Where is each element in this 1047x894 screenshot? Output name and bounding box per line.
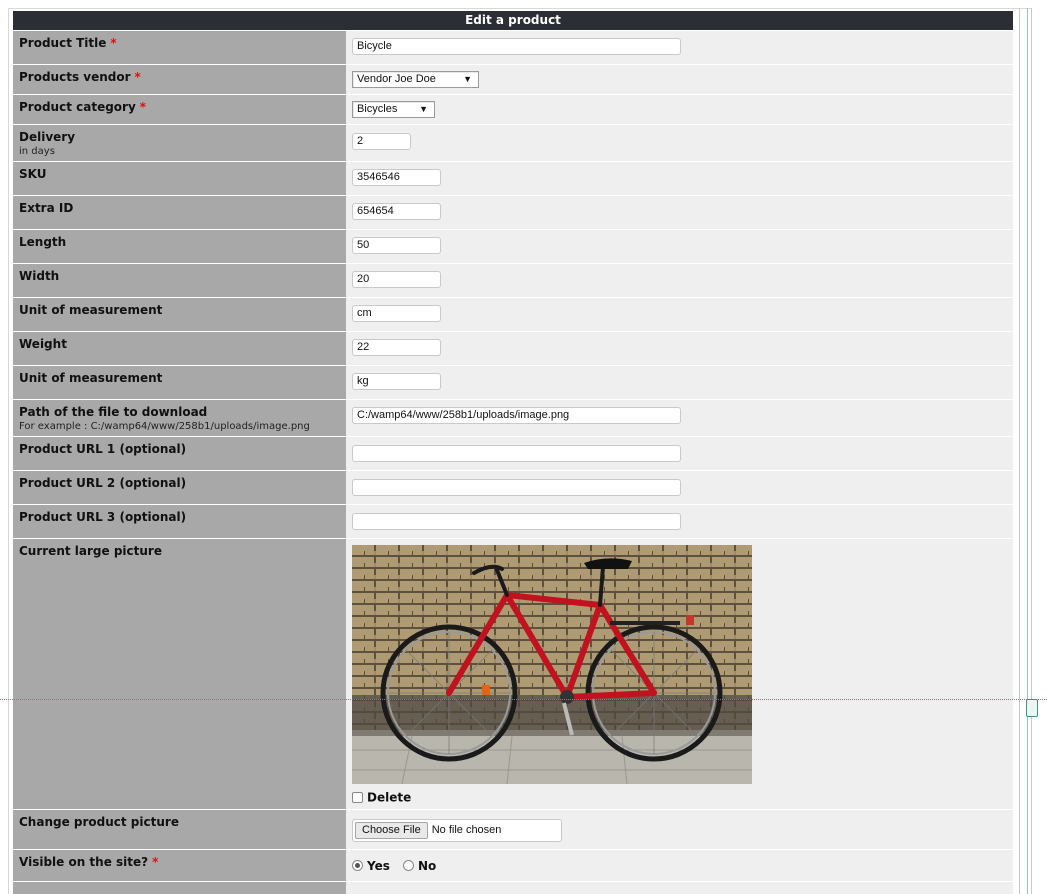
- visible-no-label: No: [417, 858, 437, 873]
- unit-weight-input[interactable]: kg: [352, 373, 441, 390]
- length-input[interactable]: 50: [352, 237, 441, 254]
- label-unit-length: Unit of measurement: [13, 297, 346, 332]
- vendor-select[interactable]: Vendor Joe Doe ▼: [352, 71, 479, 88]
- label-weight: Weight: [13, 331, 346, 366]
- product-url-2-input[interactable]: [352, 479, 681, 496]
- required-marker: *: [139, 100, 147, 114]
- label-sku: SKU: [13, 161, 346, 196]
- file-status: No file chosen: [431, 824, 502, 836]
- extra-id-input[interactable]: 654654: [352, 203, 441, 220]
- category-select[interactable]: Bicycles ▼: [352, 101, 435, 118]
- width-input[interactable]: 20: [352, 271, 441, 288]
- delete-picture-checkbox[interactable]: [352, 792, 363, 803]
- divider: [1031, 8, 1032, 894]
- guide-handle-icon[interactable]: [1026, 699, 1038, 717]
- product-form: Edit a product Product Title * Bicycle Pr…: [13, 11, 1014, 894]
- product-picture: [352, 545, 752, 784]
- label-delivery: Delivery in days: [13, 124, 346, 162]
- label-product-url-2: Product URL 2 (optional): [13, 470, 346, 505]
- label-products-vendor: Products vendor *: [13, 64, 346, 95]
- visible-no-radio[interactable]: [402, 860, 414, 871]
- label-unit-weight: Unit of measurement: [13, 365, 346, 400]
- weight-input[interactable]: 22: [352, 339, 441, 356]
- delete-picture-label: Delete: [367, 790, 412, 805]
- file-upload-field: Choose File No file chosen: [352, 819, 562, 842]
- product-url-3-input[interactable]: [352, 513, 681, 530]
- download-path-input[interactable]: C:/wamp64/www/258b1/uploads/image.png: [352, 407, 681, 424]
- download-path-hint: For example : C:/wamp64/www/258b1/upload…: [19, 421, 310, 432]
- divider: [1019, 8, 1020, 894]
- label-next-row: [13, 881, 346, 894]
- form-title: Edit a product: [13, 11, 1014, 31]
- label-visible: Visible on the site? *: [13, 849, 346, 882]
- dropdown-arrow-icon: ▼: [419, 104, 428, 114]
- product-url-1-input[interactable]: [352, 445, 681, 462]
- product-title-input[interactable]: Bicycle: [352, 38, 681, 55]
- label-download-path: Path of the file to download For example…: [13, 399, 346, 437]
- visible-yes-radio[interactable]: [352, 860, 363, 871]
- label-extra-id: Extra ID: [13, 195, 346, 230]
- label-width: Width: [13, 263, 346, 298]
- required-marker: *: [110, 36, 117, 50]
- sku-input[interactable]: 3546546: [352, 169, 441, 186]
- value-next-row: [346, 881, 1014, 894]
- unit-length-input[interactable]: cm: [352, 305, 441, 322]
- delivery-hint: in days: [19, 146, 55, 157]
- choose-file-button[interactable]: Choose File: [355, 822, 428, 839]
- ruler-guide-horizontal: [0, 699, 1047, 700]
- label-product-url-3: Product URL 3 (optional): [13, 504, 346, 539]
- label-change-picture: Change product picture: [13, 809, 346, 850]
- label-product-url-1: Product URL 1 (optional): [13, 436, 346, 471]
- label-product-category: Product category *: [13, 94, 346, 125]
- label-length: Length: [13, 229, 346, 264]
- delivery-input[interactable]: 2: [352, 133, 411, 150]
- visible-yes-label: Yes: [367, 858, 390, 873]
- label-current-picture: Current large picture: [13, 538, 346, 810]
- ruler-guide-vertical: [1027, 8, 1028, 894]
- dropdown-arrow-icon: ▼: [463, 74, 472, 84]
- label-product-title: Product Title *: [13, 30, 346, 65]
- required-marker: *: [152, 855, 159, 869]
- required-marker: *: [134, 70, 141, 84]
